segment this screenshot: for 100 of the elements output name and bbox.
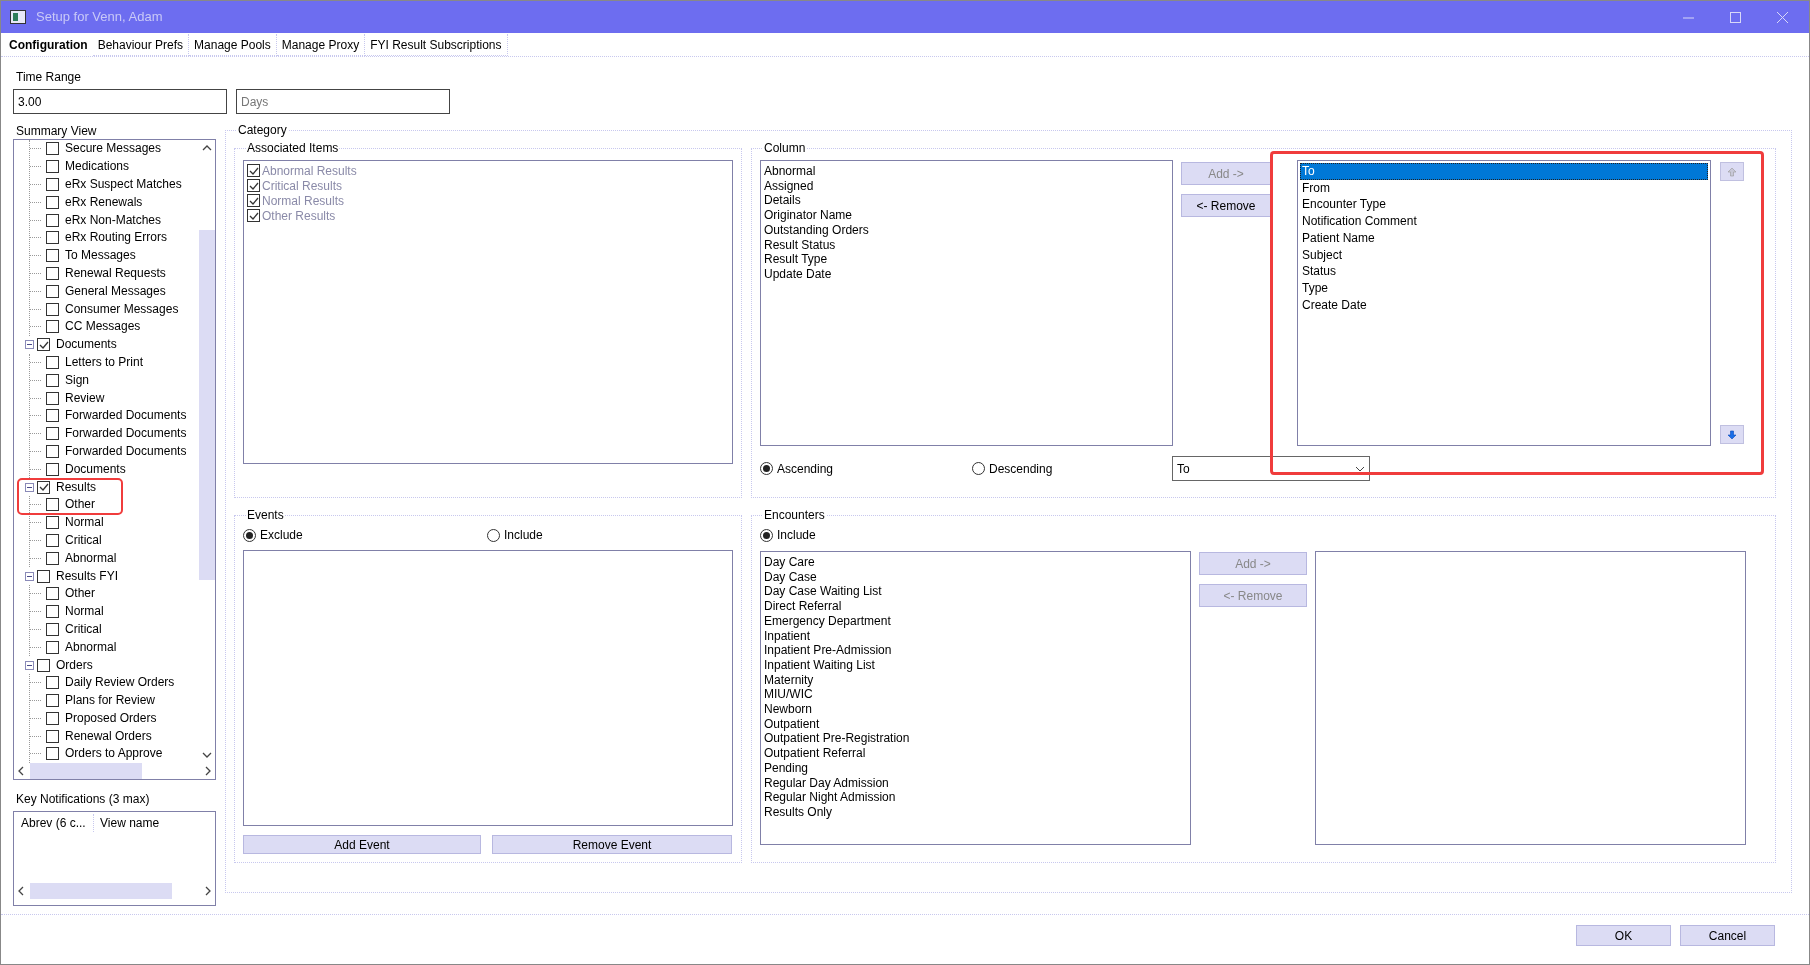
checkbox[interactable]: [46, 694, 59, 708]
checkbox[interactable]: [46, 444, 59, 458]
checkbox[interactable]: [37, 658, 50, 672]
list-item[interactable]: Inpatient Pre-Admission: [764, 643, 892, 658]
tree-item[interactable]: Secure Messages: [65, 142, 162, 156]
scrollbar-thumb[interactable]: [30, 883, 172, 899]
tree-item[interactable]: Documents: [65, 462, 126, 476]
tree-item[interactable]: Renewal Orders: [65, 729, 152, 743]
checkbox[interactable]: [46, 533, 59, 547]
sort-dropdown[interactable]: To: [1172, 456, 1370, 481]
collapse-icon[interactable]: [25, 482, 34, 492]
checkbox[interactable]: [37, 569, 50, 583]
list-item[interactable]: Direct Referral: [764, 599, 842, 614]
collapse-icon[interactable]: [25, 660, 34, 670]
tree-item[interactable]: Daily Review Orders: [65, 676, 175, 690]
list-item[interactable]: Inpatient Waiting List: [764, 657, 875, 673]
checkbox[interactable]: [46, 462, 59, 476]
tree-item[interactable]: Sign: [65, 373, 90, 387]
list-item[interactable]: Create Date: [1300, 296, 1708, 314]
checkbox[interactable]: [46, 231, 59, 245]
checkbox[interactable]: [46, 640, 59, 654]
list-item[interactable]: MIU/WIC: [764, 687, 813, 703]
checkbox[interactable]: [46, 409, 59, 423]
list-item[interactable]: Notification Comment: [1300, 213, 1708, 230]
list-item[interactable]: Pending: [764, 760, 809, 776]
tree-item[interactable]: Forwarded Documents: [65, 409, 187, 423]
scrollbar-thumb[interactable]: [199, 230, 215, 580]
list-item[interactable]: Day Case: [764, 569, 817, 585]
action-button[interactable]: Remove Event: [492, 835, 732, 854]
tree-item[interactable]: Consumer Messages: [65, 302, 179, 316]
tree-item[interactable]: Normal: [65, 605, 104, 619]
checkbox[interactable]: [37, 480, 50, 494]
checkbox[interactable]: [46, 213, 59, 227]
tree-item[interactable]: Other: [65, 498, 95, 512]
tree-item[interactable]: Other: [65, 587, 95, 601]
tree-item[interactable]: Abnormal: [65, 551, 117, 565]
checkbox[interactable]: [46, 498, 59, 512]
tree-item[interactable]: Orders: [56, 658, 93, 672]
tab[interactable]: Behaviour Prefs: [92, 34, 190, 56]
list-item[interactable]: Result Type: [764, 252, 828, 267]
checkbox[interactable]: [37, 338, 50, 352]
checkbox[interactable]: [46, 284, 59, 298]
checkbox[interactable]: [46, 355, 59, 369]
tree-item[interactable]: Documents: [56, 338, 117, 352]
tree-item[interactable]: Critical: [65, 533, 102, 547]
list-item[interactable]: Type: [1300, 279, 1708, 297]
list-item[interactable]: Day Case Waiting List: [764, 584, 882, 600]
tree-item[interactable]: Critical: [65, 622, 102, 636]
list-item[interactable]: Newborn: [764, 702, 813, 717]
list-item[interactable]: Assigned: [764, 178, 814, 194]
tree-item[interactable]: Renewal Requests: [65, 266, 166, 280]
tree-item[interactable]: General Messages: [65, 284, 166, 298]
tree-item[interactable]: Normal: [65, 516, 104, 530]
list-item[interactable]: Emergency Department: [764, 613, 891, 629]
checkbox[interactable]: [46, 178, 59, 191]
radio-button[interactable]: Descending: [972, 459, 1053, 478]
tree-item[interactable]: eRx Non-Matches: [65, 213, 162, 227]
checkbox[interactable]: [46, 711, 59, 725]
maximize-icon[interactable]: [1730, 11, 1741, 23]
list-item[interactable]: Status: [1300, 263, 1708, 280]
action-button[interactable]: <- Remove: [1181, 194, 1271, 217]
tree-item[interactable]: eRx Renewals: [65, 195, 143, 209]
tree-item[interactable]: Forwarded Documents: [65, 444, 187, 458]
column-header[interactable]: View name: [94, 813, 160, 832]
checkbox[interactable]: [46, 302, 59, 316]
checkbox[interactable]: [46, 729, 59, 743]
close-icon[interactable]: [1777, 11, 1788, 23]
list-item[interactable]: From: [1300, 179, 1708, 197]
list-item[interactable]: Regular Night Admission: [764, 790, 896, 805]
list-item[interactable]: Originator Name: [764, 208, 853, 223]
radio-button[interactable]: Include: [487, 526, 543, 544]
checkbox[interactable]: [46, 249, 59, 263]
list-item[interactable]: Abnormal: [764, 164, 816, 179]
radio-button[interactable]: Ascending: [760, 459, 834, 478]
checkbox[interactable]: [46, 142, 59, 156]
checkbox[interactable]: [46, 516, 59, 530]
tree-item[interactable]: Letters to Print: [65, 355, 144, 369]
column-header[interactable]: Abrev (6 c...: [14, 813, 94, 832]
tree-item[interactable]: CC Messages: [65, 320, 141, 334]
list-item[interactable]: Outpatient Referral: [764, 746, 866, 761]
radio-button[interactable]: Exclude: [243, 526, 303, 544]
action-button[interactable]: Add Event: [243, 835, 481, 854]
tree-item[interactable]: Proposed Orders: [65, 711, 157, 725]
radio-button[interactable]: Include: [760, 526, 816, 544]
tree-item[interactable]: Plans for Review: [65, 694, 156, 708]
list-item[interactable]: Outstanding Orders: [764, 222, 869, 238]
tree-item[interactable]: Results FYI: [56, 569, 118, 583]
tree-item[interactable]: Results: [56, 480, 96, 494]
tab[interactable]: Manage Proxy: [276, 34, 366, 56]
list-item[interactable]: Encounter Type: [1300, 196, 1708, 214]
list-item[interactable]: To: [1300, 163, 1708, 180]
checkbox[interactable]: [46, 587, 59, 601]
checkbox[interactable]: [46, 427, 59, 441]
checkbox[interactable]: [46, 320, 59, 334]
tree-item[interactable]: Medications: [65, 160, 130, 174]
tree-item[interactable]: eRx Routing Errors: [65, 231, 168, 245]
list-item[interactable]: Outpatient: [764, 716, 820, 732]
list-item[interactable]: Subject: [1300, 246, 1708, 264]
action-button[interactable]: Cancel: [1680, 925, 1775, 946]
tree-item[interactable]: Forwarded Documents: [65, 427, 187, 441]
